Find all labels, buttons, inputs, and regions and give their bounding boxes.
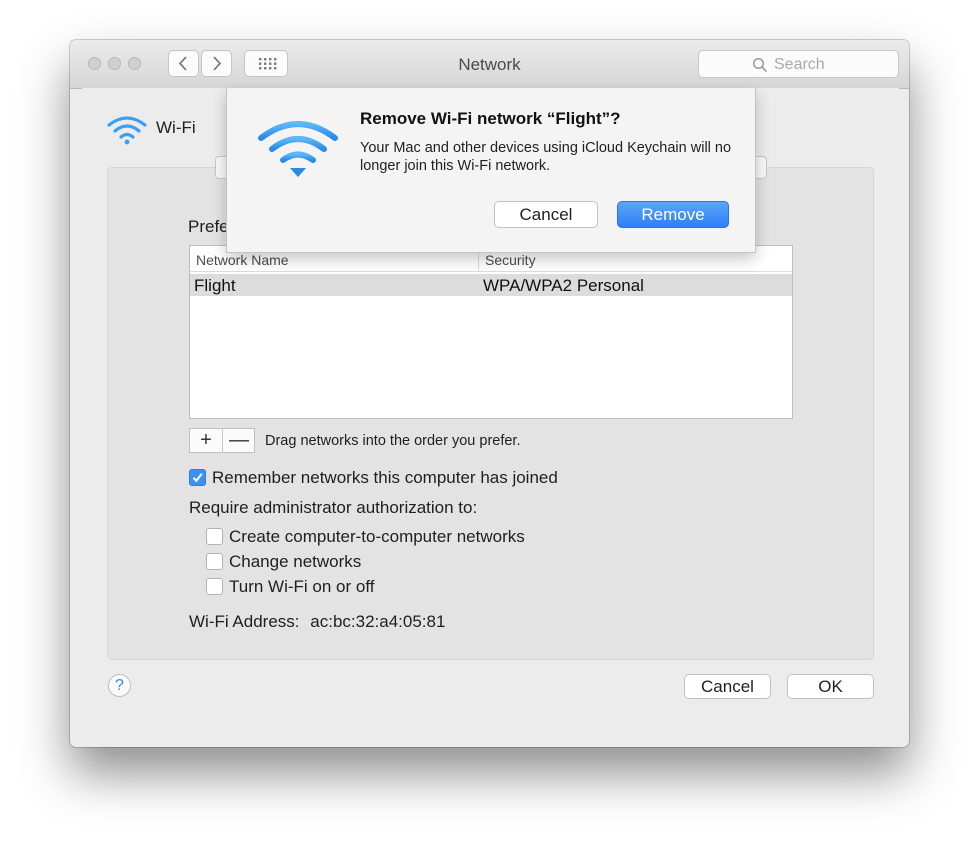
dialog-message: Your Mac and other devices using iCloud …	[360, 140, 732, 174]
interface-label: Wi-Fi	[156, 118, 196, 137]
security-cell: WPA/WPA2 Personal	[483, 276, 644, 295]
table-row[interactable]: Flight WPA/WPA2 Personal	[190, 274, 792, 296]
create-computer-networks-checkbox[interactable]	[206, 528, 223, 545]
search-field[interactable]: Search	[698, 50, 899, 78]
wifi-address-value: ac:bc:32:a4:05:81	[310, 612, 446, 631]
dialog-cancel-button[interactable]: Cancel	[494, 201, 598, 228]
wifi-address-row: Wi-Fi Address: ac:bc:32:a4:05:81	[189, 612, 445, 632]
drag-hint: Drag networks into the order you prefer.	[265, 433, 521, 449]
cancel-button[interactable]: Cancel	[684, 674, 771, 699]
require-admin-label: Require administrator authorization to:	[189, 498, 478, 517]
add-network-button[interactable]: +	[190, 429, 223, 452]
turn-wifi-on-off-label: Turn Wi-Fi on or off	[229, 577, 375, 596]
network-name-cell: Flight	[194, 276, 236, 295]
remove-network-dialog: Remove Wi-Fi network “Flight”? Your Mac …	[226, 88, 756, 253]
change-networks-checkbox[interactable]	[206, 553, 223, 570]
preferred-networks-table[interactable]: Network Name Security Flight WPA/WPA2 Pe…	[189, 245, 793, 419]
help-button[interactable]: ?	[108, 674, 131, 697]
search-icon	[752, 57, 768, 73]
remember-networks-label: Remember networks this computer has join…	[212, 468, 558, 487]
search-placeholder: Search	[774, 56, 825, 73]
dialog-remove-button[interactable]: Remove	[617, 201, 729, 228]
wifi-address-label: Wi-Fi Address:	[189, 612, 300, 631]
title-bar: Network Search	[70, 40, 909, 89]
add-remove-control: + —	[189, 428, 255, 453]
wifi-icon	[258, 121, 338, 177]
dialog-title: Remove Wi-Fi network “Flight”?	[360, 109, 621, 128]
remember-networks-checkbox[interactable]	[189, 469, 206, 486]
turn-wifi-on-off-checkbox[interactable]	[206, 578, 223, 595]
change-networks-label: Change networks	[229, 552, 362, 571]
ok-button[interactable]: OK	[787, 674, 874, 699]
remove-network-button[interactable]: —	[223, 429, 255, 452]
create-computer-networks-label: Create computer-to-computer networks	[229, 527, 525, 546]
wifi-icon	[107, 116, 147, 145]
preferred-networks-title: Prefe	[188, 217, 229, 236]
checkmark-icon	[192, 473, 203, 483]
